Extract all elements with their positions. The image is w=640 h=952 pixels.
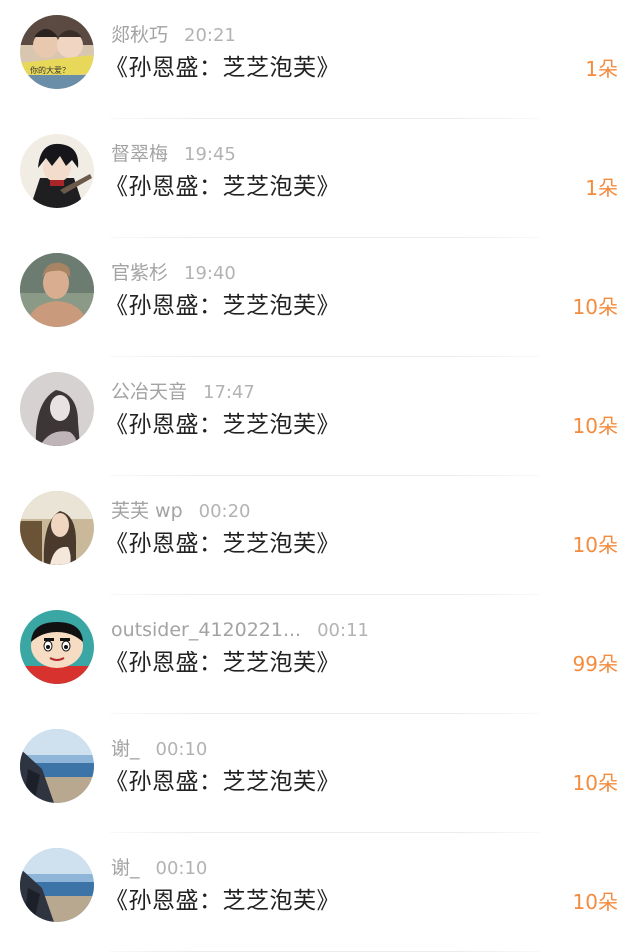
timestamp: 00:10 <box>155 739 208 760</box>
gift-count: 1朵 <box>585 57 618 81</box>
list-item[interactable]: 督翠梅 19:45 《孙恩盛：芝芝泡芙》 1朵 <box>0 119 640 238</box>
avatar[interactable] <box>20 729 94 803</box>
gift-count: 10朵 <box>572 890 618 914</box>
gift-count: 1朵 <box>585 176 618 200</box>
list-item[interactable]: 公冶天音 17:47 《孙恩盛：芝芝泡芙》 10朵 <box>0 357 640 476</box>
message-text: 《孙恩盛：芝芝泡芙》 <box>105 293 340 319</box>
list-item[interactable]: 芙芙 wp 00:20 《孙恩盛：芝芝泡芙》 10朵 <box>0 476 640 595</box>
avatar[interactable] <box>20 491 94 565</box>
avatar[interactable] <box>20 372 94 446</box>
list-item[interactable]: outsider_4120221... 00:11 《孙恩盛：芝芝泡芙》 99朵 <box>0 595 640 714</box>
username[interactable]: 芙芙 wp <box>111 500 183 522</box>
gift-count: 10朵 <box>572 414 618 438</box>
gift-count: 10朵 <box>572 771 618 795</box>
list-item[interactable]: 你的大爱？ 郯秋巧 20:21 《孙恩盛：芝芝泡芙》 1朵 <box>0 0 640 119</box>
username[interactable]: outsider_4120221... <box>111 619 301 641</box>
list-item[interactable]: 官紫杉 19:40 《孙恩盛：芝芝泡芙》 10朵 <box>0 238 640 357</box>
avatar[interactable] <box>20 134 94 208</box>
timestamp: 00:10 <box>155 858 208 879</box>
username[interactable]: 郯秋巧 <box>111 24 168 46</box>
avatar[interactable] <box>20 610 94 684</box>
gift-count: 10朵 <box>572 295 618 319</box>
gift-count: 99朵 <box>572 652 618 676</box>
username[interactable]: 官紫杉 <box>111 262 168 284</box>
timestamp: 00:20 <box>198 501 251 522</box>
username[interactable]: 公冶天音 <box>111 381 187 403</box>
timestamp: 20:21 <box>184 25 236 46</box>
avatar[interactable]: 你的大爱？ <box>20 15 94 89</box>
message-text: 《孙恩盛：芝芝泡芙》 <box>105 174 340 200</box>
message-text: 《孙恩盛：芝芝泡芙》 <box>105 769 340 795</box>
gift-list: 你的大爱？ 郯秋巧 20:21 《孙恩盛：芝芝泡芙》 1朵 督翠梅 19:45 《孙… <box>0 0 640 952</box>
svg-text:你的大爱？: 你的大爱？ <box>30 65 70 75</box>
avatar[interactable] <box>20 848 94 922</box>
timestamp: 17:47 <box>203 382 255 403</box>
message-text: 《孙恩盛：芝芝泡芙》 <box>105 888 340 914</box>
avatar[interactable] <box>20 253 94 327</box>
message-text: 《孙恩盛：芝芝泡芙》 <box>105 650 340 676</box>
timestamp: 00:11 <box>317 620 369 641</box>
username[interactable]: 谢_ <box>111 738 140 760</box>
list-item[interactable]: 谢_ 00:10 《孙恩盛：芝芝泡芙》 10朵 <box>0 714 640 833</box>
timestamp: 19:45 <box>184 144 236 165</box>
message-text: 《孙恩盛：芝芝泡芙》 <box>105 531 340 557</box>
message-text: 《孙恩盛：芝芝泡芙》 <box>105 412 340 438</box>
username[interactable]: 督翠梅 <box>111 143 168 165</box>
timestamp: 19:40 <box>184 263 236 284</box>
message-text: 《孙恩盛：芝芝泡芙》 <box>105 55 340 81</box>
username[interactable]: 谢_ <box>111 857 140 879</box>
gift-count: 10朵 <box>572 533 618 557</box>
list-item[interactable]: 谢_ 00:10 《孙恩盛：芝芝泡芙》 10朵 <box>0 833 640 952</box>
